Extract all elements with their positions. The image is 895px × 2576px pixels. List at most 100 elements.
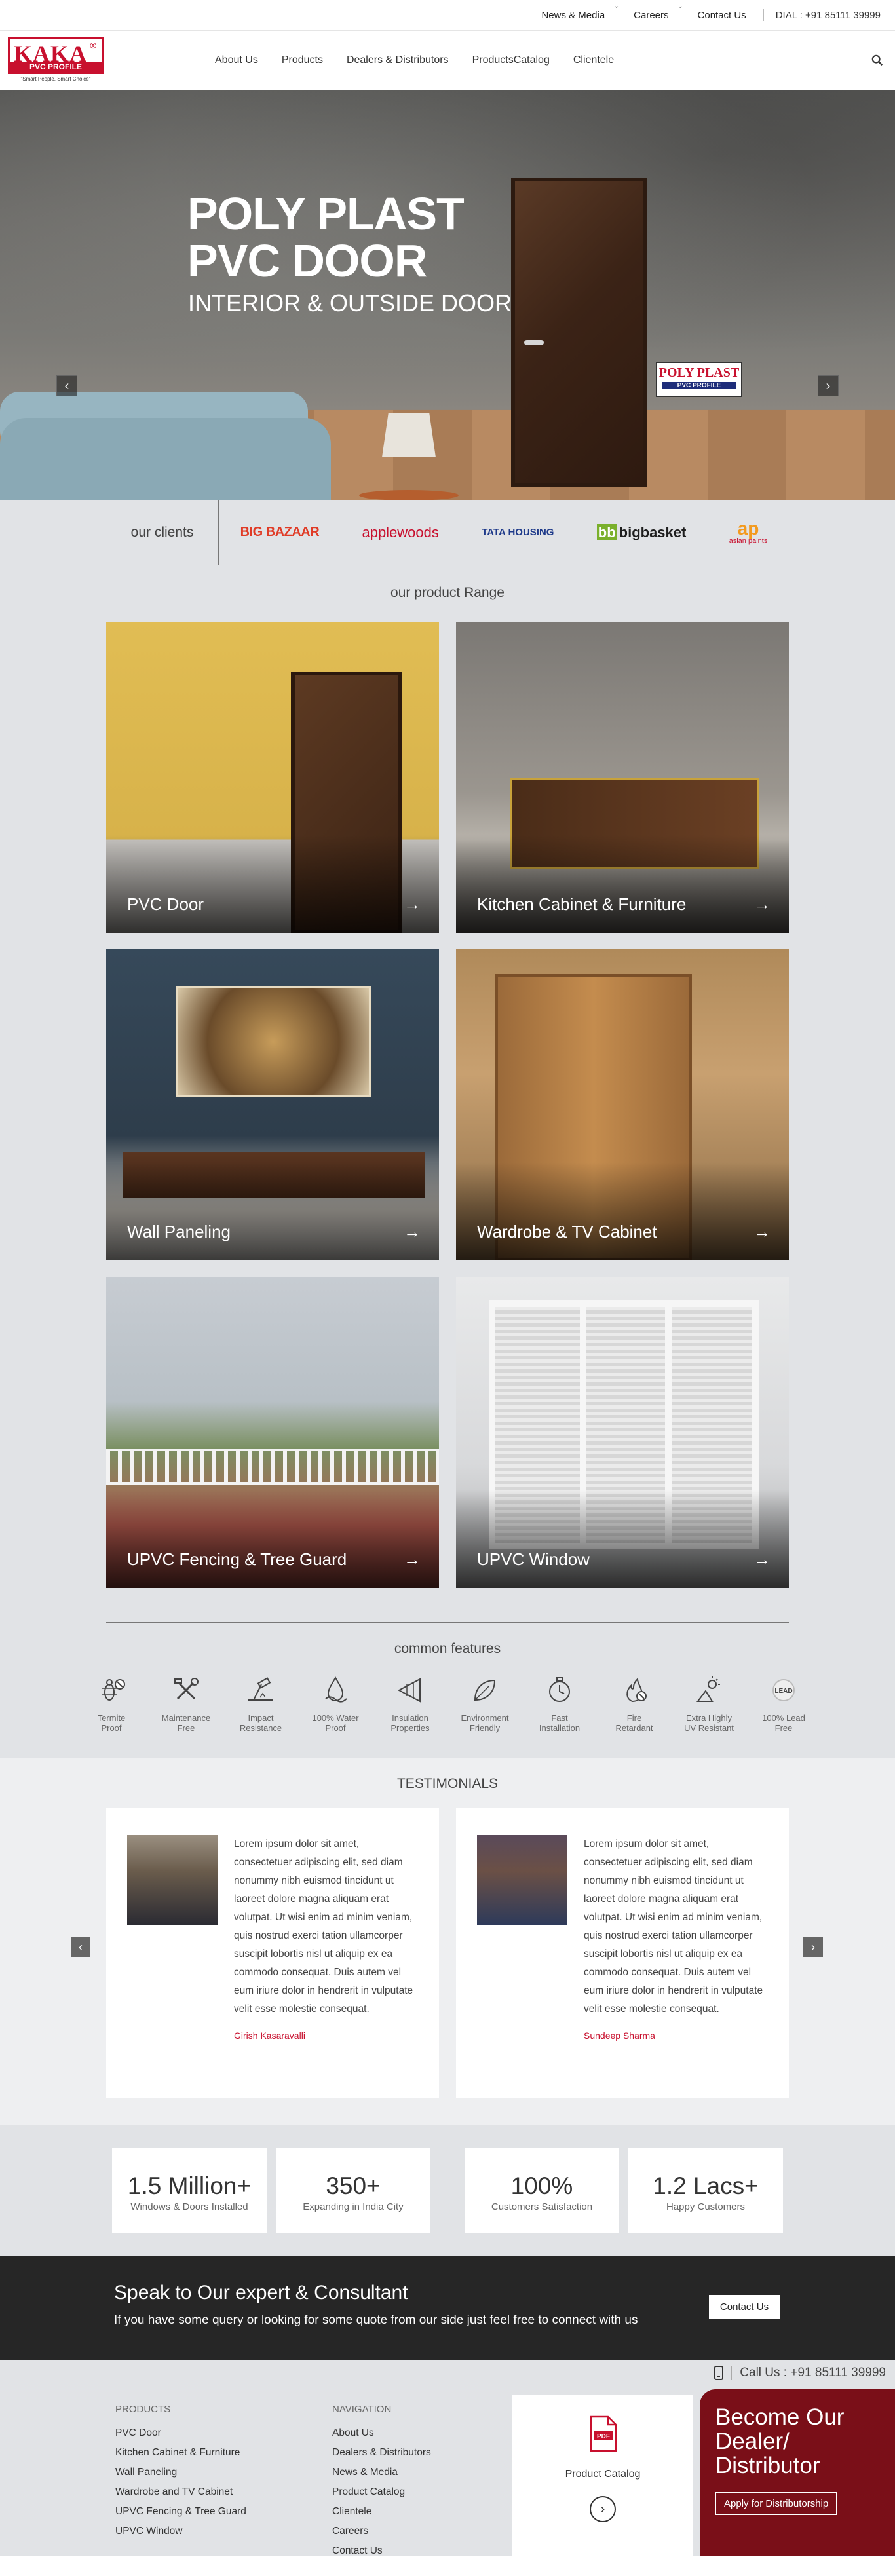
product-card-kitchen-cabinet[interactable]: Kitchen Cabinet & Furniture → — [456, 622, 789, 933]
testimonial-next-button[interactable]: › — [803, 1937, 823, 1957]
slider-prev-button[interactable]: ‹ — [56, 375, 77, 396]
fence-image — [106, 1449, 439, 1485]
feature-line2: UV Resistant — [684, 1723, 734, 1733]
footer-link-about[interactable]: About Us — [332, 2423, 431, 2443]
asian-paints-mark: ap — [737, 518, 759, 539]
phone-icon — [714, 2366, 724, 2380]
dealer-title: Become Our Dealer/ Distributor — [715, 2405, 895, 2478]
testimonial-prev-button[interactable]: ‹ — [71, 1937, 90, 1957]
footer-link-pvc-door[interactable]: PVC Door — [115, 2423, 246, 2443]
polyplast-logo: POLY PLAST PVC PROFILE — [656, 362, 742, 397]
feature-line2: Installation — [539, 1723, 581, 1733]
sofa-base — [0, 418, 331, 500]
termite-icon — [92, 1671, 130, 1709]
clients-label: our clients — [106, 500, 219, 565]
footer-link-contact[interactable]: Contact Us — [332, 2541, 431, 2561]
nav-products-catalog[interactable]: ProductsCatalog — [472, 54, 550, 66]
testimonial-cards: Lorem ipsum dolor sit amet, consectetuer… — [106, 1808, 789, 2098]
card-shade — [106, 1490, 439, 1588]
footer-link-kitchen[interactable]: Kitchen Cabinet & Furniture — [115, 2443, 246, 2463]
arrow-right-icon: → — [753, 1222, 771, 1241]
tools-icon — [167, 1671, 205, 1709]
water-icon — [316, 1671, 354, 1709]
stat-card: 1.2 Lacs+ Happy Customers — [628, 2148, 783, 2233]
registered-mark: ® — [90, 41, 96, 50]
client-logo-bigbasket: bb bigbasket — [596, 523, 686, 541]
feature-insulation: Insulation Properties — [373, 1671, 447, 1733]
nav-clientele[interactable]: Clientele — [573, 54, 614, 66]
feature-line1: Fast — [551, 1713, 568, 1723]
footer-products-title: PRODUCTS — [115, 2404, 171, 2415]
news-media-link[interactable]: News & Media — [527, 5, 619, 21]
kaka-logo[interactable]: KAKA ® PVC PROFILE "Smart People, Smart … — [8, 37, 104, 85]
lead-icon: LEAD — [765, 1671, 803, 1709]
product-catalog-card[interactable]: PDF Product Catalog › — [512, 2395, 693, 2556]
footer-link-wardrobe[interactable]: Wardrobe and TV Cabinet — [115, 2482, 246, 2502]
testimonial-card: Lorem ipsum dolor sit amet, consectetuer… — [456, 1808, 789, 2098]
apply-distributorship-button[interactable]: Apply for Distributorship — [715, 2492, 837, 2515]
product-card-wardrobe[interactable]: Wardrobe & TV Cabinet → — [456, 949, 789, 1260]
stat-number: 1.5 Million+ — [127, 2172, 252, 2199]
product-card-pvc-door[interactable]: PVC Door → — [106, 622, 439, 933]
main-gray-section: our clients BIG BAZAAR applewoods TATA H… — [0, 500, 895, 1758]
footer-link-careers[interactable]: Careers — [332, 2522, 431, 2541]
feature-line2: Proof — [101, 1723, 122, 1733]
client-logo-applewoods: applewoods — [362, 523, 439, 540]
chevron-right-icon: › — [811, 1940, 815, 1954]
card-shade — [456, 1490, 789, 1588]
dealer-title-line2: Dealer/ — [715, 2429, 790, 2454]
product-card-upvc-window[interactable]: UPVC Window → — [456, 1277, 789, 1588]
product-card-title: UPVC Fencing & Tree Guard — [127, 1549, 347, 1569]
dial-number: DIAL : +91 85111 39999 — [775, 9, 881, 21]
dealer-title-line1: Become Our — [715, 2404, 845, 2430]
top-utility-bar: News & Media Careers Contact Us DIAL : +… — [0, 0, 895, 30]
feature-water: 100% Water Proof — [298, 1671, 373, 1733]
divider — [731, 2366, 733, 2380]
product-range-title: our product Range — [390, 585, 505, 600]
careers-link[interactable]: Careers — [619, 5, 683, 21]
footer-link-news[interactable]: News & Media — [332, 2463, 431, 2482]
arrow-right-icon: → — [404, 1549, 421, 1569]
product-card-upvc-fencing[interactable]: UPVC Fencing & Tree Guard → — [106, 1277, 439, 1588]
footer-link-dealers[interactable]: Dealers & Distributors — [332, 2443, 431, 2463]
feature-line2: Free — [177, 1723, 195, 1733]
svg-text:LEAD: LEAD — [774, 1688, 792, 1695]
dealer-title-line3: Distributor — [715, 2453, 820, 2478]
nav-dealers[interactable]: Dealers & Distributors — [347, 54, 449, 66]
lamp-image — [382, 413, 436, 457]
contact-us-link[interactable]: Contact Us — [683, 10, 761, 21]
nav-products[interactable]: Products — [282, 54, 323, 66]
footer-navigation-column: NAVIGATION About Us Dealers & Distributo… — [332, 2400, 431, 2561]
product-card-title: PVC Door — [127, 894, 204, 914]
testimonial-text: Lorem ipsum dolor sit amet, consectetuer… — [234, 1838, 413, 2015]
client-logo-asian-paints: ap asian paints — [729, 518, 768, 545]
hero-subtitle: INTERIOR & OUTSIDE DOOR — [188, 290, 512, 316]
feature-line1: 100% Water — [312, 1713, 359, 1723]
polyplast-sub: PVC PROFILE — [662, 382, 736, 389]
footer-link-clientele[interactable]: Clientele — [332, 2502, 431, 2522]
product-card-title: Kitchen Cabinet & Furniture — [477, 894, 687, 914]
testimonials-title: TESTIMONIALS — [396, 1776, 499, 1791]
logo-sub: PVC PROFILE — [10, 62, 102, 72]
slider-next-button[interactable]: › — [818, 375, 839, 396]
features-row: Termite Proof Maintenance Free Impact Re… — [0, 1671, 895, 1758]
search-icon[interactable] — [871, 54, 883, 66]
testimonial-author: Girish Kasaravalli — [234, 2030, 305, 2041]
cta-contact-button[interactable]: Contact Us — [709, 2295, 780, 2319]
leaf-icon — [466, 1671, 504, 1709]
nav-about-us[interactable]: About Us — [215, 54, 258, 66]
footer-link-window[interactable]: UPVC Window — [115, 2522, 246, 2541]
avatar — [127, 1835, 218, 1925]
product-grid: PVC Door → Kitchen Cabinet & Furniture →… — [106, 622, 789, 1588]
footer-link-wall-paneling[interactable]: Wall Paneling — [115, 2463, 246, 2482]
insulation-icon — [391, 1671, 429, 1709]
product-card-wall-paneling[interactable]: Wall Paneling → — [106, 949, 439, 1260]
footer-link-catalog[interactable]: Product Catalog — [332, 2482, 431, 2502]
stat-number: 1.2 Lacs+ — [653, 2172, 759, 2199]
catalog-go-button[interactable]: › — [590, 2496, 616, 2522]
feature-line2: Proof — [325, 1723, 346, 1733]
client-logo-bigbazaar: BIG BAZAAR — [240, 525, 320, 539]
footer-link-fencing[interactable]: UPVC Fencing & Tree Guard — [115, 2502, 246, 2522]
fire-icon — [615, 1671, 653, 1709]
hero-title: POLY PLAST PVC DOOR — [187, 190, 465, 284]
